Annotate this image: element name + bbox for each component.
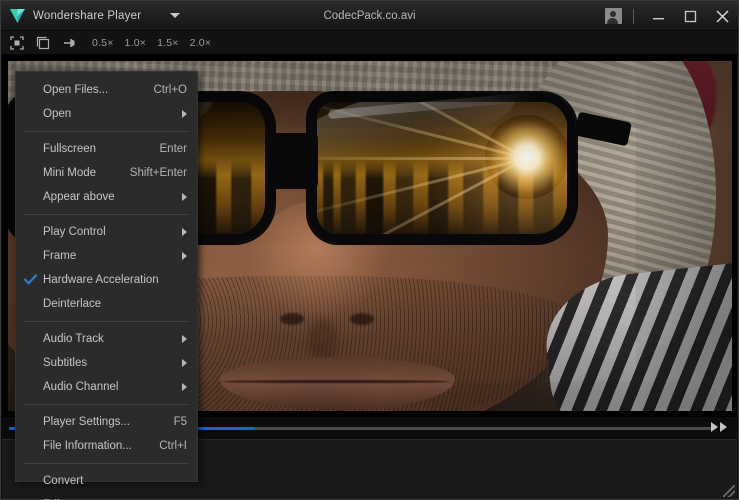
menu-separator bbox=[24, 404, 189, 405]
wondershare-logo-icon bbox=[9, 7, 26, 24]
divider bbox=[633, 9, 634, 24]
submenu-arrow-icon bbox=[182, 335, 187, 343]
fit-to-window-icon[interactable] bbox=[9, 35, 25, 51]
menu-item-subtitles[interactable]: Subtitles bbox=[16, 351, 197, 375]
menu-item-audio-channel[interactable]: Audio Channel bbox=[16, 375, 197, 399]
zoom-level-group: 0.5× 1.0× 1.5× 2.0× bbox=[91, 37, 212, 49]
menu-item-label: Mini Mode bbox=[43, 167, 96, 179]
menu-item-shortcut: F5 bbox=[174, 416, 187, 428]
philtrum bbox=[308, 319, 338, 361]
menu-item-mini-mode[interactable]: Mini Mode Shift+Enter bbox=[16, 161, 197, 185]
maximize-icon bbox=[684, 10, 697, 23]
close-button[interactable] bbox=[706, 1, 738, 31]
check-icon bbox=[24, 274, 35, 285]
menu-item-label: Audio Track bbox=[43, 333, 104, 345]
menu-item-deinterlace[interactable]: Deinterlace bbox=[16, 292, 197, 316]
submenu-arrow-icon bbox=[182, 193, 187, 201]
menu-item-audio-track[interactable]: Audio Track bbox=[16, 327, 197, 351]
menu-item-label: Audio Channel bbox=[43, 381, 118, 393]
original-size-icon[interactable] bbox=[35, 35, 51, 51]
chevron-down-icon[interactable] bbox=[170, 13, 180, 18]
menu-separator bbox=[24, 131, 189, 132]
sun-flare bbox=[485, 115, 569, 199]
title-bar: Wondershare Player CodecPack.co.avi bbox=[1, 1, 738, 31]
view-toolbar: 0.5× 1.0× 1.5× 2.0× bbox=[1, 31, 738, 55]
menu-item-play-control[interactable]: Play Control bbox=[16, 220, 197, 244]
menu-item-open[interactable]: Open bbox=[16, 102, 197, 126]
user-account-icon bbox=[605, 8, 622, 24]
menu-item-frame[interactable]: Frame bbox=[16, 244, 197, 268]
menu-item-shortcut: Ctrl+I bbox=[159, 440, 187, 452]
zoom-1_5x-button[interactable]: 1.5× bbox=[156, 37, 180, 49]
zoom-2_0x-button[interactable]: 2.0× bbox=[189, 37, 213, 49]
lens-reflection-right bbox=[317, 102, 567, 234]
menu-item-label: Frame bbox=[43, 250, 76, 262]
menu-item-fullscreen[interactable]: Fullscreen Enter bbox=[16, 137, 197, 161]
nostril-left bbox=[280, 313, 304, 325]
menu-item-label: Deinterlace bbox=[43, 298, 101, 310]
menu-item-label: Appear above bbox=[43, 191, 115, 203]
brand-menu-button[interactable]: Wondershare Player bbox=[1, 7, 180, 24]
menu-item-hardware-acceleration[interactable]: Hardware Acceleration bbox=[16, 268, 197, 292]
account-button[interactable] bbox=[599, 1, 631, 31]
glasses-bridge bbox=[270, 133, 318, 189]
minimize-icon bbox=[652, 10, 665, 23]
menu-separator bbox=[24, 321, 189, 322]
main-context-menu: Open Files... Ctrl+O Open Fullscreen Enter Mi… bbox=[15, 71, 198, 482]
zoom-0_5x-button[interactable]: 0.5× bbox=[91, 37, 115, 49]
menu-separator bbox=[24, 463, 189, 464]
menu-item-label: Play Control bbox=[43, 226, 106, 238]
menu-item-appear-above[interactable]: Appear above bbox=[16, 185, 197, 209]
menu-item-label: Hardware Acceleration bbox=[43, 274, 159, 286]
zoom-1_0x-button[interactable]: 1.0× bbox=[124, 37, 148, 49]
menu-item-player-settings[interactable]: Player Settings... F5 bbox=[16, 410, 197, 434]
minimize-button[interactable] bbox=[642, 1, 674, 31]
menu-item-label: Subtitles bbox=[43, 357, 87, 369]
player-window: Wondershare Player CodecPack.co.avi bbox=[0, 0, 739, 500]
submenu-arrow-icon bbox=[182, 228, 187, 236]
menu-item-open-files[interactable]: Open Files... Ctrl+O bbox=[16, 78, 197, 102]
submenu-arrow-icon bbox=[182, 110, 187, 118]
menu-separator bbox=[24, 214, 189, 215]
submenu-arrow-icon bbox=[182, 359, 187, 367]
nostril-right bbox=[350, 313, 374, 325]
menu-item-shortcut: Shift+Enter bbox=[130, 167, 187, 179]
submenu-arrow-icon bbox=[182, 252, 187, 260]
menu-item-label: File Information... bbox=[43, 440, 132, 452]
menu-item-label: Convert bbox=[43, 475, 83, 487]
menu-item-shortcut: Ctrl+O bbox=[153, 84, 187, 96]
menu-item-label: Fullscreen bbox=[43, 143, 96, 155]
menu-item-label: Open Files... bbox=[43, 84, 108, 96]
brand-name-label: Wondershare Player bbox=[33, 10, 141, 22]
window-controls bbox=[599, 1, 738, 31]
submenu-arrow-icon bbox=[182, 383, 187, 391]
menu-item-label: Player Settings... bbox=[43, 416, 130, 428]
pin-on-top-icon[interactable] bbox=[61, 35, 77, 51]
menu-item-convert[interactable]: Convert bbox=[16, 469, 197, 493]
menu-item-label: Open bbox=[43, 108, 71, 120]
menu-item-shortcut: Enter bbox=[160, 143, 188, 155]
menu-item-file-information[interactable]: File Information... Ctrl+I bbox=[16, 434, 197, 458]
resize-grip[interactable] bbox=[723, 485, 735, 497]
close-icon bbox=[715, 9, 730, 24]
maximize-button[interactable] bbox=[674, 1, 706, 31]
fast-forward-icon[interactable] bbox=[711, 422, 729, 432]
lip-line bbox=[222, 380, 450, 383]
menu-item-edit[interactable]: Edit bbox=[16, 493, 197, 500]
